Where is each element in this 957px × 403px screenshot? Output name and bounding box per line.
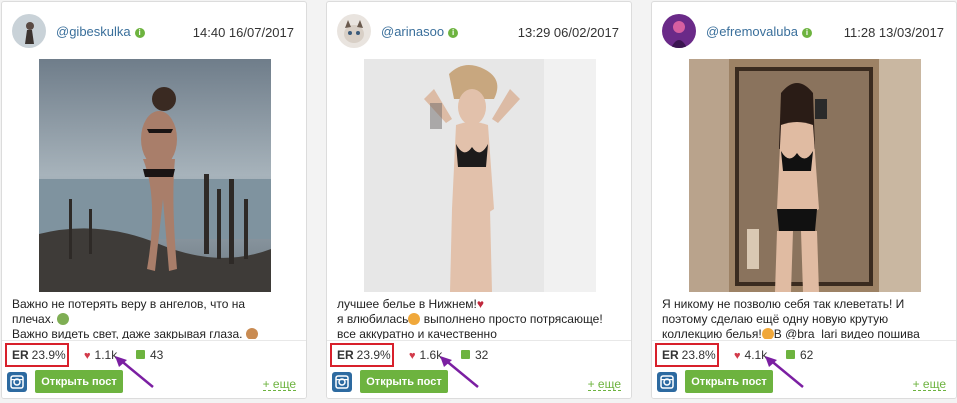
- post-photo[interactable]: [39, 59, 271, 292]
- monkey-emoji-icon: [245, 328, 258, 339]
- angel-emoji-icon: [57, 313, 70, 325]
- heart-emoji-icon: ♥: [476, 297, 484, 311]
- verified-check-icon: i: [134, 28, 145, 38]
- open-post-button[interactable]: Открыть пост: [360, 370, 448, 393]
- post-timestamp: 13:29 06/02/2017: [517, 25, 619, 40]
- er-badge: ER 23.9%: [5, 343, 69, 367]
- post-caption: лучшее белье в Нижнем!♥ я влюбилась выпо…: [337, 297, 603, 339]
- post-card-1: @gibeskulka i 14:40 16/07/2017 Важно не …: [1, 1, 307, 399]
- more-link[interactable]: + еще: [587, 378, 621, 391]
- heart-icon: ♥: [84, 350, 91, 362]
- post-image: [364, 59, 596, 292]
- avatar[interactable]: [662, 14, 696, 48]
- post-image: [39, 59, 271, 292]
- cat-emoji-icon: [761, 328, 774, 339]
- card-header: @efremovaluba i 11:28 13/03/2017: [662, 14, 944, 48]
- metrics-bar: ER 23.8% ♥ 4.1k 62 Открыть пост + еще: [652, 340, 956, 398]
- avatar-image: [662, 14, 696, 48]
- metrics-bar: ER 23.9% ♥ 1.1k 43 Открыть пост + еще: [2, 340, 306, 398]
- heart-icon: ♥: [734, 350, 741, 362]
- post-caption: Я никому не позволю себя так клеветать! …: [662, 297, 920, 339]
- metrics-bar: ER 23.9% ♥ 1.6k 32 Открыть пост + еще: [327, 340, 631, 398]
- post-caption: Важно не потерять веру в ангелов, что на…: [12, 297, 296, 339]
- verified-check-icon: i: [801, 28, 812, 38]
- verified-check-icon: i: [448, 28, 459, 38]
- instagram-icon: [660, 375, 674, 389]
- post-timestamp: 11:28 13/03/2017: [843, 25, 944, 40]
- card-header: @arinasoo i 13:29 06/02/2017: [337, 14, 619, 48]
- instagram-button[interactable]: [657, 372, 677, 392]
- post-photo[interactable]: [689, 59, 921, 292]
- instagram-icon: [335, 375, 349, 389]
- smile-emoji-icon: [408, 313, 421, 325]
- avatar-image: [12, 14, 46, 48]
- post-photo[interactable]: [364, 59, 596, 292]
- er-badge: ER 23.8%: [655, 343, 719, 367]
- username-link[interactable]: @arinasoo i: [381, 24, 459, 39]
- instagram-icon: [10, 375, 24, 389]
- avatar[interactable]: [337, 14, 371, 48]
- heart-icon: ♥: [409, 350, 416, 362]
- instagram-button[interactable]: [332, 372, 352, 392]
- username-link[interactable]: @gibeskulka i: [56, 24, 145, 39]
- avatar-image: [337, 14, 371, 48]
- avatar[interactable]: [12, 14, 46, 48]
- post-card-2: @arinasoo i 13:29 06/02/2017 лучшее белье…: [326, 1, 632, 399]
- post-card-3: @efremovaluba i 11:28 13/03/2017 Я никому…: [651, 1, 957, 399]
- card-header: @gibeskulka i 14:40 16/07/2017: [12, 14, 294, 48]
- more-link[interactable]: + еще: [912, 378, 946, 391]
- post-timestamp: 14:40 16/07/2017: [192, 25, 294, 40]
- open-post-button[interactable]: Открыть пост: [35, 370, 123, 393]
- er-badge: ER 23.9%: [330, 343, 394, 367]
- username-link[interactable]: @efremovaluba i: [706, 24, 812, 39]
- open-post-button[interactable]: Открыть пост: [685, 370, 773, 393]
- instagram-button[interactable]: [7, 372, 27, 392]
- more-link[interactable]: + еще: [262, 378, 296, 391]
- post-image: [689, 59, 921, 292]
